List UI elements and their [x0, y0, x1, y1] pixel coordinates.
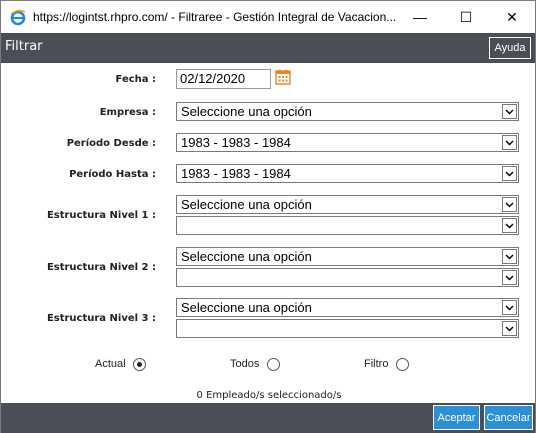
- maximize-button[interactable]: ☐: [443, 1, 489, 33]
- chevron-down-icon[interactable]: [502, 218, 517, 233]
- selected-employees-count: 0 Empleado/s seleccionado/s: [196, 390, 342, 401]
- empresa-select[interactable]: Seleccione una opción: [176, 102, 519, 121]
- fecha-label: Fecha :: [115, 74, 156, 85]
- window-titlebar: https://logintst.rhpro.com/ - Filtraree …: [1, 1, 535, 33]
- close-button[interactable]: ✕: [489, 1, 535, 33]
- nivel2-value: Seleccione una opción: [181, 249, 312, 264]
- nivel1-select[interactable]: Seleccione una opción: [176, 195, 519, 214]
- chevron-down-icon[interactable]: [502, 104, 517, 119]
- nivel2-label: Estructura Nivel 2 :: [46, 262, 156, 273]
- nivel1-sub-select[interactable]: [176, 216, 519, 235]
- nivel1-label: Estructura Nivel 1 :: [46, 210, 156, 221]
- radio-actual-label: Actual: [95, 358, 126, 370]
- nivel3-sub-select[interactable]: [176, 319, 519, 338]
- periodo-desde-label: Período Desde :: [66, 138, 156, 149]
- nivel3-label: Estructura Nivel 3 :: [46, 313, 156, 324]
- nivel2-sub-select[interactable]: [176, 268, 519, 287]
- periodo-desde-value: 1983 - 1983 - 1984: [181, 135, 291, 150]
- chevron-down-icon[interactable]: [502, 135, 517, 150]
- chevron-down-icon[interactable]: [502, 321, 517, 336]
- radio-filtro[interactable]: [396, 358, 409, 371]
- nivel3-select[interactable]: Seleccione una opción: [176, 298, 519, 317]
- nivel1-value: Seleccione una opción: [181, 197, 312, 212]
- dialog-title: Filtrar: [5, 39, 43, 54]
- chevron-down-icon[interactable]: [502, 300, 517, 315]
- chevron-down-icon[interactable]: [502, 197, 517, 212]
- dialog-header: Filtrar Ayuda: [1, 33, 535, 63]
- periodo-hasta-label: Período Hasta :: [69, 169, 156, 180]
- empresa-label: Empresa :: [99, 107, 156, 118]
- radio-actual[interactable]: [133, 358, 146, 371]
- fecha-input[interactable]: 02/12/2020: [176, 69, 271, 89]
- accept-button[interactable]: Aceptar: [433, 405, 480, 430]
- cancel-button[interactable]: Cancelar: [484, 405, 533, 430]
- radio-filtro-label: Filtro: [364, 358, 389, 370]
- chevron-down-icon[interactable]: [502, 249, 517, 264]
- chevron-down-icon[interactable]: [502, 270, 517, 285]
- periodo-desde-select[interactable]: 1983 - 1983 - 1984: [176, 133, 519, 152]
- internet-explorer-icon: [9, 8, 27, 26]
- nivel3-value: Seleccione una opción: [181, 300, 312, 315]
- periodo-hasta-select[interactable]: 1983 - 1983 - 1984: [176, 164, 519, 183]
- browser-window: https://logintst.rhpro.com/ - Filtraree …: [0, 0, 536, 433]
- minimize-button[interactable]: —: [397, 1, 443, 33]
- radio-todos[interactable]: [267, 358, 280, 371]
- calendar-icon[interactable]: [275, 69, 291, 85]
- nivel2-select[interactable]: Seleccione una opción: [176, 247, 519, 266]
- radio-todos-label: Todos: [230, 358, 260, 370]
- empresa-select-value: Seleccione una opción: [181, 104, 312, 119]
- chevron-down-icon[interactable]: [502, 166, 517, 181]
- periodo-hasta-value: 1983 - 1983 - 1984: [181, 166, 291, 181]
- window-title: https://logintst.rhpro.com/ - Filtraree …: [33, 10, 397, 24]
- help-button[interactable]: Ayuda: [489, 37, 531, 59]
